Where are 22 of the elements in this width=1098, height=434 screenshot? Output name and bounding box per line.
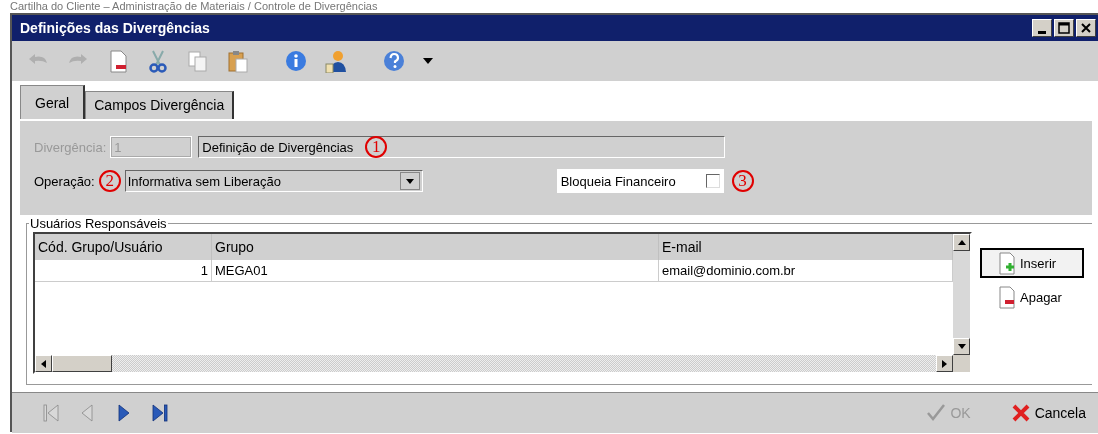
table-cell: email@dominio.com.br [658,260,953,282]
column-header: Grupo [211,234,659,260]
window-title: Definições das Divergências [20,20,211,36]
table-cell: 1 [35,260,212,282]
description-value: Definição de Divergências [202,139,354,155]
side-button[interactable]: Inserir [980,248,1084,278]
annotation-marker: 1 [365,136,388,158]
table-cell: MEGA01 [211,260,659,282]
checkbox-label: Bloqueia Financeiro [560,173,676,189]
description-field[interactable]: Definição de Divergências 1 [198,136,726,158]
column-header: Cód. Grupo/Usuário [35,234,212,260]
group-title: Usuários Responsáveis [29,216,168,231]
page-caption: Cartilha do Cliente – Administração de Materiais / Controle de Divergências [10,0,378,13]
field-label: Operação: [34,173,95,189]
tab[interactable]: Campos Divergência [85,91,235,119]
dropdown-value: Informativa sem Liberação [127,173,282,189]
annotation-marker: 3 [731,170,754,192]
annotation-marker: 2 [98,170,121,192]
cancel-button[interactable]: Cancela [1004,399,1092,427]
operation-dropdown[interactable]: Informativa sem Liberação [124,170,423,192]
column-header: E-mail [658,234,953,260]
tab[interactable]: Geral [20,85,86,119]
